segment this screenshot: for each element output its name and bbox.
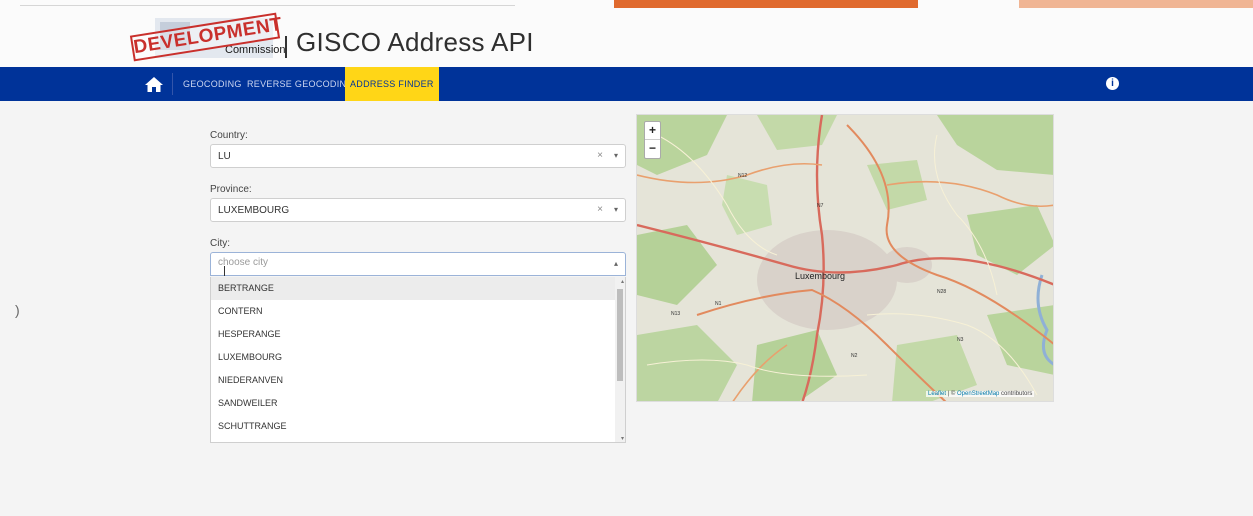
map-tiles: N12 N7 N1 N13 N2 N28 N3 Luxembourg (637, 115, 1053, 401)
nav-address-finder[interactable]: ADDRESS FINDER (345, 67, 439, 101)
map-zoom-control: + − (644, 121, 661, 159)
leaflet-link[interactable]: Leaflet (928, 391, 946, 397)
city-option[interactable]: BERTRANGE (211, 277, 625, 300)
zoom-out-button[interactable]: − (645, 140, 660, 157)
city-option[interactable]: SCHUTTRANGE (211, 415, 625, 438)
map-road-label: N12 (738, 173, 747, 179)
scroll-up-icon[interactable]: ▴ (621, 278, 624, 285)
attribution-copyright: © (950, 391, 956, 397)
map-road-label: N28 (937, 289, 946, 295)
logo-separator (285, 36, 287, 58)
map-attribution: Leaflet | © OpenStreetMap contributors (926, 391, 1035, 397)
scrollbar-thumb[interactable] (617, 289, 623, 381)
app-title: GISCO Address API (296, 27, 534, 57)
country-value: LU (218, 151, 231, 162)
commission-label: Commission (225, 44, 286, 56)
map-road-label: N2 (851, 353, 858, 359)
city-option[interactable]: SANDWEILER (211, 392, 625, 415)
city-option[interactable]: NIEDERANVEN (211, 369, 625, 392)
country-select[interactable]: LU × ▾ (210, 144, 626, 168)
zoom-in-button[interactable]: + (645, 122, 660, 140)
province-value: LUXEMBOURG (218, 205, 290, 216)
city-search-input[interactable]: choose city (218, 257, 268, 268)
nav-reverse-geocoding[interactable]: REVERSE GEOCODING (247, 67, 354, 101)
edge-glyph: ) (15, 302, 20, 318)
map-view[interactable]: N12 N7 N1 N13 N2 N28 N3 Luxembourg (636, 114, 1054, 402)
country-label: Country: (210, 130, 248, 141)
city-select[interactable]: choose city ▴ (210, 252, 626, 276)
text-cursor (224, 266, 225, 276)
city-dropdown: BERTRANGE CONTERN HESPERANGE LUXEMBOURG … (210, 277, 626, 443)
info-icon[interactable]: i (1106, 77, 1119, 90)
chevron-up-icon[interactable]: ▴ (614, 259, 618, 268)
map-road-label: N7 (817, 203, 824, 209)
top-accent-bar-light (1019, 0, 1253, 8)
city-option[interactable]: LUXEMBOURG (211, 346, 625, 369)
country-clear-icon[interactable]: × (597, 150, 603, 161)
map-road-label: N13 (671, 311, 680, 317)
header-divider (20, 5, 515, 6)
city-option[interactable]: CONTERN (211, 300, 625, 323)
dropdown-scrollbar[interactable]: ▴ ▾ (615, 277, 625, 442)
province-label: Province: (210, 184, 252, 195)
chevron-down-icon[interactable]: ▾ (614, 205, 618, 214)
home-icon[interactable] (144, 75, 164, 93)
city-label: City: (210, 238, 230, 249)
map-road-label: N1 (715, 301, 722, 307)
attribution-separator: | (947, 391, 950, 397)
scroll-down-icon[interactable]: ▾ (621, 435, 624, 442)
map-city-label: Luxembourg (795, 271, 845, 281)
main-nav: GEOCODING REVERSE GEOCODING ADDRESS FIND… (0, 67, 1253, 101)
province-clear-icon[interactable]: × (597, 204, 603, 215)
osm-link[interactable]: OpenStreetMap (957, 391, 999, 397)
attribution-contributors: contributors (1001, 391, 1033, 397)
nav-divider (172, 73, 173, 95)
province-select[interactable]: LUXEMBOURG × ▾ (210, 198, 626, 222)
map-road-label: N3 (957, 337, 964, 343)
chevron-down-icon[interactable]: ▾ (614, 151, 618, 160)
top-accent-bar (614, 0, 918, 8)
nav-geocoding[interactable]: GEOCODING (183, 67, 242, 101)
city-option[interactable]: HESPERANGE (211, 323, 625, 346)
